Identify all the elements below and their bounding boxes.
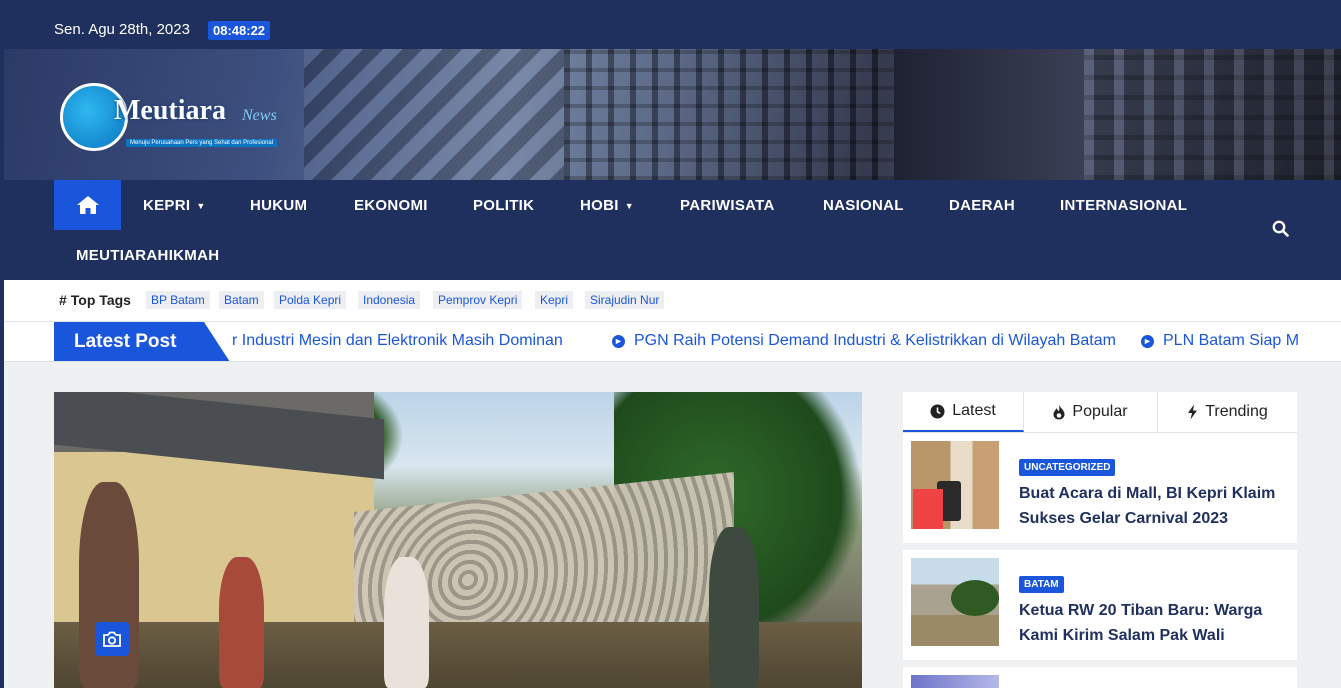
hash-icon: # xyxy=(59,292,67,308)
tag-chip[interactable]: Indonesia xyxy=(358,291,421,309)
nav-item-pariwisata[interactable]: PARIWISATA xyxy=(680,197,775,214)
logo-script-text: News xyxy=(242,107,277,124)
tag-chip[interactable]: BP Batam xyxy=(146,291,210,309)
arrow-circle-right-icon: ► xyxy=(612,335,625,348)
fire-icon xyxy=(1053,404,1065,420)
tag-chip[interactable]: Batam xyxy=(219,291,264,309)
post-title[interactable]: Ketua RW 20 Tiban Baru: Warga Kami Kirim… xyxy=(1019,598,1284,648)
bolt-icon xyxy=(1188,404,1198,420)
clock-icon xyxy=(930,404,945,418)
banner-building-image xyxy=(304,49,564,180)
main-navigation: KEPRI ▼ HUKUM EKONOMI POLITIK HOBI ▼ PARIW… xyxy=(4,180,1341,280)
tag-chip[interactable]: Kepri xyxy=(535,291,574,309)
search-button[interactable] xyxy=(1272,220,1289,242)
category-badge[interactable]: UNCATEGORIZED xyxy=(1019,459,1116,476)
chevron-down-icon: ▼ xyxy=(196,201,206,212)
search-icon xyxy=(1272,220,1289,237)
tag-chip[interactable]: Polda Kepri xyxy=(274,291,347,309)
photo-person xyxy=(219,557,264,688)
banner-building-image xyxy=(1084,49,1341,180)
nav-item-meutiarahikmah[interactable]: MEUTIARAHIKMAH xyxy=(76,247,219,264)
logo-tagline: Menuju Perusahaan Pers yang Sehat dan Pr… xyxy=(126,139,278,147)
ticker-track: r Industri Mesin dan Elektronik Masih Do… xyxy=(232,322,1298,361)
tab-latest[interactable]: Latest xyxy=(903,392,1024,432)
photo-person xyxy=(384,557,429,688)
category-badge[interactable]: BATAM xyxy=(1019,576,1064,593)
tab-trending-label: Trending xyxy=(1205,403,1268,420)
photo-person xyxy=(79,482,139,688)
photo-tree xyxy=(951,580,999,616)
banner-building-image xyxy=(564,49,894,180)
latest-post-ticker: Latest Post r Industri Mesin dan Elektro… xyxy=(4,322,1341,362)
photo-shirt xyxy=(913,489,943,529)
tab-popular[interactable]: Popular xyxy=(1024,392,1158,432)
top-tags-label: # Top Tags xyxy=(59,292,131,308)
sidebar-post[interactable] xyxy=(903,667,1297,688)
home-icon xyxy=(76,196,99,214)
banner-building-image xyxy=(894,49,1084,180)
current-time: 08:48:22 xyxy=(208,21,271,40)
arrow-circle-right-icon: ► xyxy=(1141,335,1154,348)
top-tags-bar: # Top Tags BP Batam Batam Polda Kepri Ind… xyxy=(4,280,1341,322)
camera-icon xyxy=(95,622,129,656)
top-bar: Sen. Agu 28th, 2023 08:48:22 xyxy=(0,0,1341,49)
ticker-item[interactable]: ► PLN Batam Siap M xyxy=(1141,332,1298,350)
nav-item-hukum[interactable]: HUKUM xyxy=(250,197,307,214)
nav-item-kepri[interactable]: KEPRI ▼ xyxy=(143,197,206,214)
tab-popular-label: Popular xyxy=(1072,403,1128,420)
current-date: Sen. Agu 28th, 2023 xyxy=(54,21,190,38)
nav-item-internasional[interactable]: INTERNASIONAL xyxy=(1060,197,1187,214)
tab-trending[interactable]: Trending xyxy=(1158,392,1297,432)
nav-item-politik[interactable]: POLITIK xyxy=(473,197,534,214)
tag-chip[interactable]: Pemprov Kepri xyxy=(433,291,523,309)
header-banner: Meutiara News Menuju Perusahaan Pers yan… xyxy=(4,49,1341,180)
sidebar-post[interactable]: UNCATEGORIZED Buat Acara di Mall, BI Kep… xyxy=(903,433,1297,543)
sidebar-post[interactable]: BATAM Ketua RW 20 Tiban Baru: Warga Kami… xyxy=(903,550,1297,660)
site-logo[interactable]: Meutiara News Menuju Perusahaan Pers yan… xyxy=(60,79,300,157)
nav-item-hobi[interactable]: HOBI ▼ xyxy=(580,197,634,214)
chevron-down-icon: ▼ xyxy=(624,201,634,212)
tag-chip[interactable]: Sirajudin Nur xyxy=(585,291,665,309)
post-title[interactable]: Buat Acara di Mall, BI Kepri Klaim Sukse… xyxy=(1019,481,1284,531)
tab-latest-label: Latest xyxy=(952,402,996,419)
ticker-item[interactable]: ► PGN Raih Potensi Demand Industri & Keli… xyxy=(612,332,1116,350)
post-thumbnail[interactable] xyxy=(911,675,999,688)
nav-item-ekonomi[interactable]: EKONOMI xyxy=(354,197,428,214)
nav-item-nasional[interactable]: NASIONAL xyxy=(823,197,904,214)
ticker-item[interactable]: r Industri Mesin dan Elektronik Masih Do… xyxy=(232,332,563,350)
photo-person xyxy=(709,527,759,688)
featured-post-image[interactable] xyxy=(54,392,862,688)
post-thumbnail[interactable] xyxy=(911,441,999,529)
sidebar-tabs: Latest Popular Trending xyxy=(903,392,1297,433)
latest-post-label: Latest Post xyxy=(54,322,230,361)
post-thumbnail[interactable] xyxy=(911,558,999,646)
nav-home-button[interactable] xyxy=(54,180,121,230)
logo-brand-text: Meutiara xyxy=(114,95,226,126)
nav-item-daerah[interactable]: DAERAH xyxy=(949,197,1015,214)
